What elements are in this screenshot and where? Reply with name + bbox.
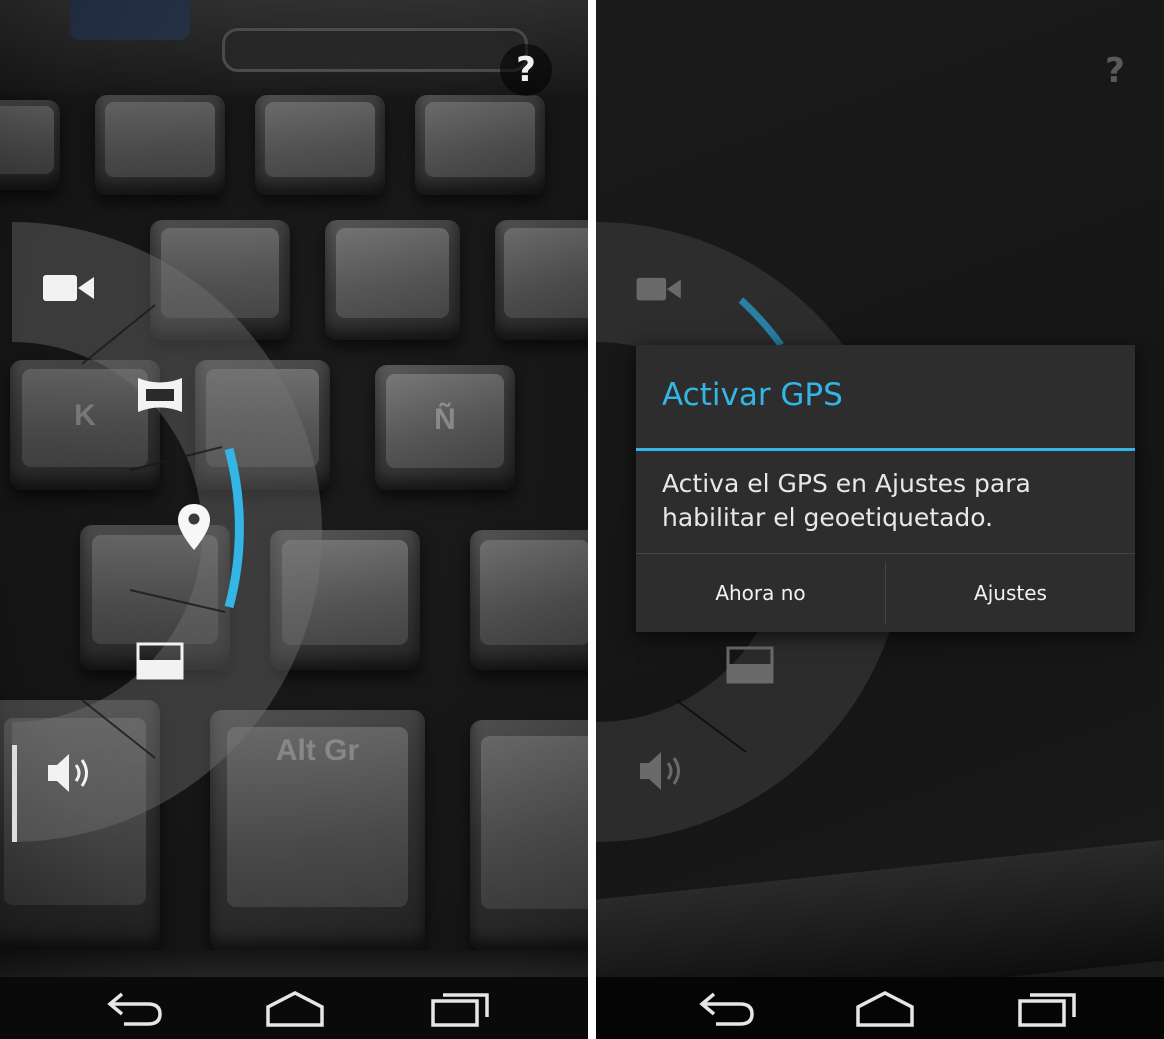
back-icon — [699, 992, 754, 1026]
location-pin-icon — [178, 504, 210, 550]
recent-apps-icon — [431, 993, 489, 1027]
home-icon — [266, 991, 324, 1027]
speaker-icon — [640, 752, 680, 790]
speaker-icon — [48, 754, 88, 792]
screenshot-divider — [588, 0, 596, 1039]
camera-screen-left: K Ñ Alt Gr ? — [0, 0, 588, 1039]
panorama-mode-button[interactable] — [134, 372, 186, 418]
video-mode-button-dimmed — [634, 270, 686, 310]
camera-settings-ring-menu — [12, 222, 322, 842]
not-now-button[interactable]: Ahora no — [636, 554, 885, 632]
camera-screen-right: ? Activar GPS Activa el GPS en Ajustes p… — [596, 0, 1164, 1039]
back-button[interactable] — [100, 985, 170, 1031]
video-mode-button[interactable] — [40, 266, 100, 312]
picture-size-button-dimmed — [726, 644, 776, 686]
help-button[interactable]: ? — [1090, 46, 1140, 96]
dialog-message: Activa el GPS en Ajustes para habilitar … — [662, 469, 1031, 532]
shutter-sound-button[interactable] — [44, 750, 100, 796]
recent-apps-button[interactable] — [1012, 985, 1082, 1031]
recent-apps-button[interactable] — [425, 985, 495, 1031]
aspect-ratio-icon — [726, 646, 774, 684]
navigation-bar — [0, 977, 588, 1039]
dialog-title-divider — [636, 448, 1135, 451]
dialog-button-bar: Ahora no Ajustes — [636, 553, 1135, 632]
video-camera-icon — [636, 277, 681, 301]
enable-gps-dialog: Activar GPS Activa el GPS en Ajustes par… — [636, 345, 1135, 632]
geotag-toggle-button[interactable] — [176, 502, 212, 554]
home-button[interactable] — [850, 985, 920, 1031]
panorama-icon — [138, 378, 182, 412]
aspect-ratio-icon — [136, 642, 184, 680]
home-icon — [856, 991, 914, 1027]
picture-size-button[interactable] — [136, 640, 186, 682]
help-button[interactable]: ? — [500, 44, 552, 96]
shutter-sound-button-dimmed — [636, 748, 692, 794]
back-icon — [107, 992, 162, 1026]
recent-apps-icon — [1018, 993, 1076, 1027]
settings-button[interactable]: Ajustes — [886, 554, 1135, 632]
home-button[interactable] — [260, 985, 330, 1031]
back-button[interactable] — [692, 985, 762, 1031]
navigation-bar — [596, 977, 1164, 1039]
video-camera-icon — [43, 275, 94, 301]
dialog-title: Activar GPS — [662, 377, 843, 413]
